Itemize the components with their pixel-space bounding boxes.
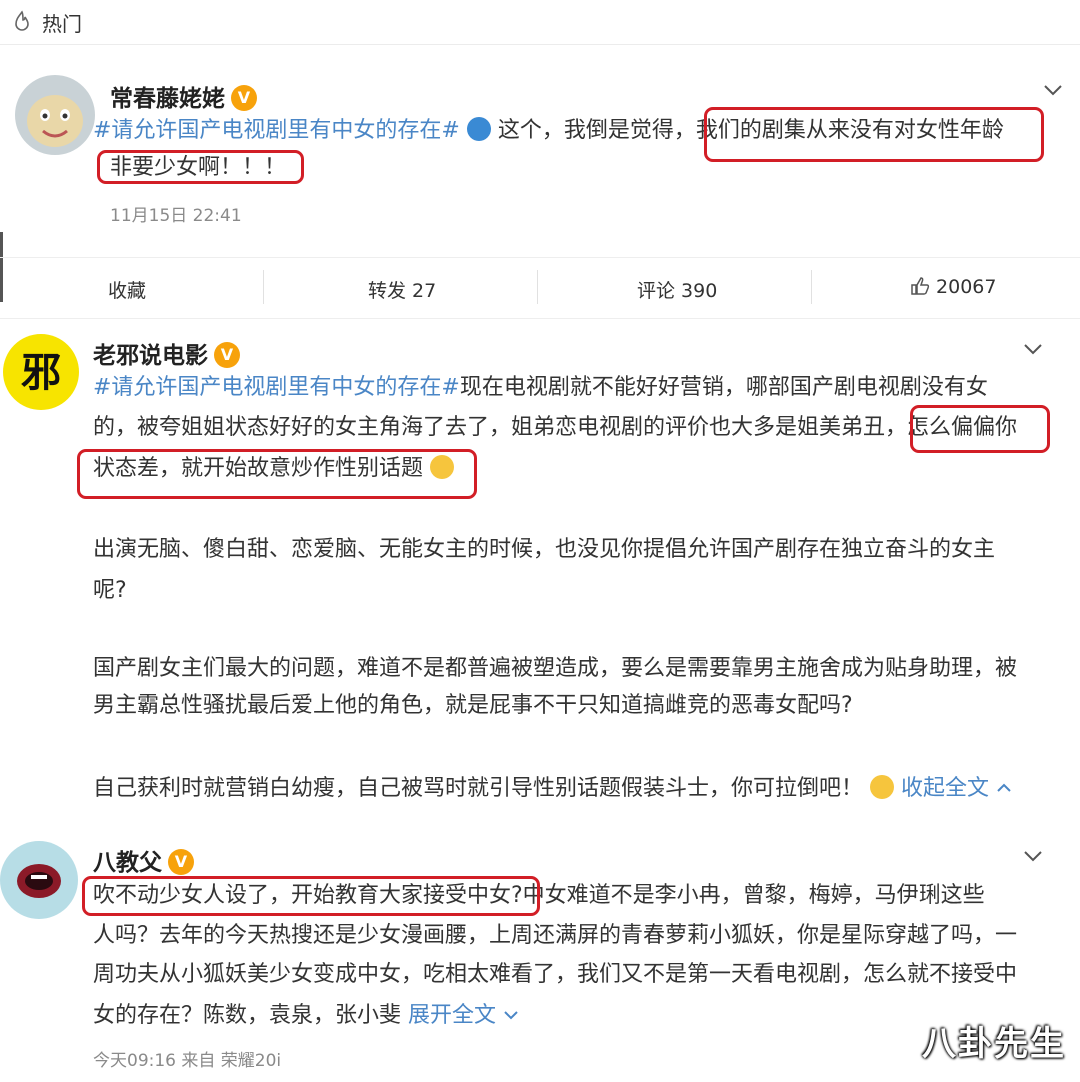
post-text-line: 自己获利时就营销白幼瘦，自己被骂时就引导性别话题假装斗士，你可拉倒吧！ 收起全文 xyxy=(93,772,1012,806)
post-text-line: 的，被夸姐姐状态好好的女主角海了去了，姐弟恋电视剧的评价也大多是姐美弟丑，怎么偏… xyxy=(93,415,1018,440)
author-name[interactable]: 八教父 V xyxy=(93,843,194,877)
expand-link[interactable]: 展开全文 xyxy=(408,1003,496,1028)
post-text-line: 男主霸总性骚扰最后爱上他的角色，就是屁事不干只知道搞雌竞的恶毒女配吗? xyxy=(93,693,853,718)
hot-tab-label[interactable]: 热门 xyxy=(42,8,82,37)
highlight-box xyxy=(97,150,304,184)
post-text-line: 国产剧女主们最大的问题，难道不是都普遍被塑造成，要么是需要靠男主施舍成为贴身助理… xyxy=(93,656,1018,681)
emoji-icon xyxy=(466,117,491,141)
comment-button[interactable]: 评论 390 xyxy=(637,276,717,303)
verified-badge-icon: V xyxy=(214,341,240,368)
divider xyxy=(811,270,812,304)
chevron-down-icon[interactable] xyxy=(1023,343,1043,355)
post-text-line: 女的存在？陈数，袁泉，张小斐 展开全文 xyxy=(93,999,519,1033)
post-timestamp[interactable]: 11月15日 22:41 xyxy=(110,201,242,226)
verified-badge-icon: V xyxy=(168,848,194,875)
avatar[interactable]: 邪 xyxy=(3,334,79,410)
author-name[interactable]: 常春藤姥姥 V xyxy=(110,79,257,113)
chevron-up-icon[interactable] xyxy=(996,783,1012,793)
post-text-line: #请允许国产电视剧里有中女的存在#现在电视剧就不能好好营销，哪部国产剧电视剧没有… xyxy=(93,375,988,400)
watermark: 八卦先生 xyxy=(922,1024,1066,1064)
thumbs-up-icon xyxy=(911,277,930,295)
avatar[interactable] xyxy=(0,841,78,919)
collapse-link[interactable]: 收起全文 xyxy=(901,776,989,801)
divider xyxy=(263,270,264,304)
author-name[interactable]: 老邪说电影 V xyxy=(93,336,240,370)
like-button[interactable]: 20067 xyxy=(910,276,997,298)
avatar[interactable] xyxy=(15,75,95,155)
svg-text:邪: 邪 xyxy=(21,350,61,396)
divider xyxy=(537,270,538,304)
highlight-box xyxy=(82,876,540,916)
highlight-box xyxy=(77,449,477,499)
top-bar: 热门 xyxy=(0,0,1080,45)
tired-emoji-icon xyxy=(870,775,895,799)
verified-badge-icon: V xyxy=(231,84,257,111)
highlight-box xyxy=(704,107,1044,162)
post-timestamp[interactable]: 今天09:16 来自 荣耀20i xyxy=(93,1046,281,1071)
post-text-line: 人吗？去年的今天热搜还是少女漫画腰，上周还满屏的青春萝莉小狐妖，你是星际穿越了吗… xyxy=(93,923,1018,948)
chevron-down-icon[interactable] xyxy=(1023,850,1043,862)
highlight-box xyxy=(910,405,1050,453)
divider xyxy=(0,318,1080,319)
chevron-down-icon[interactable] xyxy=(1043,84,1063,96)
post-text-line: 出演无脑、傻白甜、恋爱脑、无能女主的时候，也没见你提倡允许国产剧存在独立奋斗的女… xyxy=(93,537,996,562)
hashtag-link[interactable]: #请允许国产电视剧里有中女的存在# xyxy=(93,118,460,143)
chevron-down-icon[interactable] xyxy=(503,1010,519,1020)
post-text-line: 呢? xyxy=(93,578,127,603)
action-bar: 收藏 转发 27 评论 390 20067 xyxy=(0,258,1080,318)
post-text-line: 周功夫从小狐妖美少女变成中女，吃相太难看了，我们又不是第一天看电视剧，怎么就不接… xyxy=(93,962,1018,987)
favorite-button[interactable]: 收藏 xyxy=(108,276,146,303)
repost-button[interactable]: 转发 27 xyxy=(368,276,436,303)
hashtag-link[interactable]: #请允许国产电视剧里有中女的存在# xyxy=(93,375,460,400)
flame-icon xyxy=(15,10,29,31)
